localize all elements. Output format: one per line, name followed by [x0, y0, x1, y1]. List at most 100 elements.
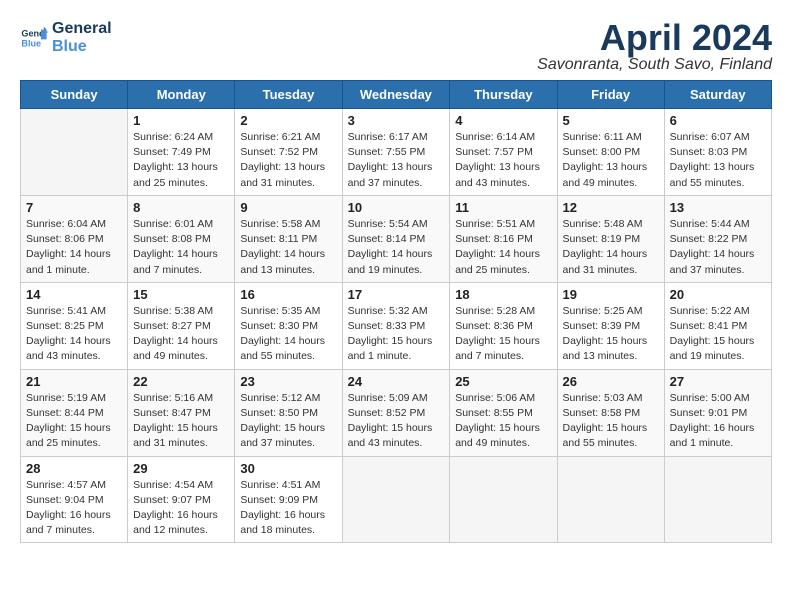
- logo: General Blue General Blue: [20, 20, 112, 55]
- day-number: 23: [240, 374, 336, 389]
- day-info: Sunrise: 5:48 AM Sunset: 8:19 PM Dayligh…: [563, 217, 659, 278]
- weekday-header-saturday: Saturday: [664, 81, 771, 109]
- day-info: Sunrise: 5:35 AM Sunset: 8:30 PM Dayligh…: [240, 304, 336, 365]
- day-info: Sunrise: 5:09 AM Sunset: 8:52 PM Dayligh…: [348, 391, 445, 452]
- calendar-cell: 16Sunrise: 5:35 AM Sunset: 8:30 PM Dayli…: [235, 282, 342, 369]
- calendar-cell: 18Sunrise: 5:28 AM Sunset: 8:36 PM Dayli…: [450, 282, 557, 369]
- day-number: 15: [133, 287, 229, 302]
- day-info: Sunrise: 5:51 AM Sunset: 8:16 PM Dayligh…: [455, 217, 551, 278]
- calendar-week-3: 14 Sunrise: 5:41 AM Sunset: 8:25 PM Dayli…: [21, 282, 772, 369]
- calendar-cell: 10 Sunrise: 5:54 AM Sunset: 8:14 PM Dayli…: [342, 195, 450, 282]
- weekday-header-wednesday: Wednesday: [342, 81, 450, 109]
- calendar-cell: 30 Sunrise: 4:51 AM Sunset: 9:09 PM Dayli…: [235, 456, 342, 543]
- day-info: Sunrise: 5:19 AM Sunset: 8:44 PM Dayligh…: [26, 391, 122, 452]
- day-number: 11: [455, 200, 551, 215]
- calendar-cell: 11 Sunrise: 5:51 AM Sunset: 8:16 PM Dayli…: [450, 195, 557, 282]
- day-number: 22: [133, 374, 229, 389]
- calendar-cell: 26Sunrise: 5:03 AM Sunset: 8:58 PM Dayli…: [557, 369, 664, 456]
- calendar-cell: 24 Sunrise: 5:09 AM Sunset: 8:52 PM Dayli…: [342, 369, 450, 456]
- day-number: 13: [670, 200, 766, 215]
- calendar-cell: 6Sunrise: 6:07 AM Sunset: 8:03 PM Daylig…: [664, 109, 771, 196]
- day-info: Sunrise: 5:00 AM Sunset: 9:01 PM Dayligh…: [670, 391, 766, 452]
- calendar-cell: 2Sunrise: 6:21 AM Sunset: 7:52 PM Daylig…: [235, 109, 342, 196]
- calendar-week-5: 28Sunrise: 4:57 AM Sunset: 9:04 PM Dayli…: [21, 456, 772, 543]
- day-info: Sunrise: 5:22 AM Sunset: 8:41 PM Dayligh…: [670, 304, 766, 365]
- calendar-cell: 7 Sunrise: 6:04 AM Sunset: 8:06 PM Daylig…: [21, 195, 128, 282]
- calendar-cell: 13 Sunrise: 5:44 AM Sunset: 8:22 PM Dayli…: [664, 195, 771, 282]
- day-number: 29: [133, 461, 229, 476]
- calendar-cell: 20Sunrise: 5:22 AM Sunset: 8:41 PM Dayli…: [664, 282, 771, 369]
- day-number: 10: [348, 200, 445, 215]
- day-number: 24: [348, 374, 445, 389]
- calendar-cell: 23 Sunrise: 5:12 AM Sunset: 8:50 PM Dayli…: [235, 369, 342, 456]
- day-info: Sunrise: 6:24 AM Sunset: 7:49 PM Dayligh…: [133, 130, 229, 191]
- day-number: 30: [240, 461, 336, 476]
- calendar-cell: 4 Sunrise: 6:14 AM Sunset: 7:57 PM Daylig…: [450, 109, 557, 196]
- day-info: Sunrise: 5:58 AM Sunset: 8:11 PM Dayligh…: [240, 217, 336, 278]
- calendar-table: SundayMondayTuesdayWednesdayThursdayFrid…: [20, 80, 772, 543]
- calendar-cell: 25Sunrise: 5:06 AM Sunset: 8:55 PM Dayli…: [450, 369, 557, 456]
- day-number: 12: [563, 200, 659, 215]
- calendar-cell: 21 Sunrise: 5:19 AM Sunset: 8:44 PM Dayli…: [21, 369, 128, 456]
- day-info: Sunrise: 5:06 AM Sunset: 8:55 PM Dayligh…: [455, 391, 551, 452]
- calendar-cell: 3 Sunrise: 6:17 AM Sunset: 7:55 PM Daylig…: [342, 109, 450, 196]
- calendar-cell: 12 Sunrise: 5:48 AM Sunset: 8:19 PM Dayli…: [557, 195, 664, 282]
- day-info: Sunrise: 5:03 AM Sunset: 8:58 PM Dayligh…: [563, 391, 659, 452]
- svg-text:Blue: Blue: [21, 38, 41, 48]
- calendar-cell: 15 Sunrise: 5:38 AM Sunset: 8:27 PM Dayli…: [128, 282, 235, 369]
- logo-line1: General: [52, 20, 112, 38]
- calendar-cell: [342, 456, 450, 543]
- logo-line2: Blue: [52, 38, 112, 56]
- day-number: 5: [563, 113, 659, 128]
- calendar-title-area: April 2024 Savonranta, South Savo, Finla…: [537, 20, 772, 74]
- calendar-week-4: 21 Sunrise: 5:19 AM Sunset: 8:44 PM Dayli…: [21, 369, 772, 456]
- day-number: 1: [133, 113, 229, 128]
- day-info: Sunrise: 6:04 AM Sunset: 8:06 PM Dayligh…: [26, 217, 122, 278]
- calendar-cell: 14 Sunrise: 5:41 AM Sunset: 8:25 PM Dayli…: [21, 282, 128, 369]
- day-number: 7: [26, 200, 122, 215]
- calendar-cell: 22 Sunrise: 5:16 AM Sunset: 8:47 PM Dayli…: [128, 369, 235, 456]
- calendar-cell: 29 Sunrise: 4:54 AM Sunset: 9:07 PM Dayli…: [128, 456, 235, 543]
- month-title: April 2024: [537, 20, 772, 56]
- day-number: 19: [563, 287, 659, 302]
- day-number: 14: [26, 287, 122, 302]
- calendar-cell: 17Sunrise: 5:32 AM Sunset: 8:33 PM Dayli…: [342, 282, 450, 369]
- day-info: Sunrise: 6:11 AM Sunset: 8:00 PM Dayligh…: [563, 130, 659, 191]
- day-info: Sunrise: 4:54 AM Sunset: 9:07 PM Dayligh…: [133, 478, 229, 539]
- calendar-week-1: 1 Sunrise: 6:24 AM Sunset: 7:49 PM Daylig…: [21, 109, 772, 196]
- day-info: Sunrise: 5:32 AM Sunset: 8:33 PM Dayligh…: [348, 304, 445, 365]
- calendar-cell: 8 Sunrise: 6:01 AM Sunset: 8:08 PM Daylig…: [128, 195, 235, 282]
- weekday-header-sunday: Sunday: [21, 81, 128, 109]
- calendar-cell: [450, 456, 557, 543]
- day-info: Sunrise: 5:54 AM Sunset: 8:14 PM Dayligh…: [348, 217, 445, 278]
- calendar-cell: 5 Sunrise: 6:11 AM Sunset: 8:00 PM Daylig…: [557, 109, 664, 196]
- day-number: 18: [455, 287, 551, 302]
- day-info: Sunrise: 6:17 AM Sunset: 7:55 PM Dayligh…: [348, 130, 445, 191]
- page-header: General Blue General Blue April 2024 Sav…: [20, 20, 772, 74]
- generalblue-icon: General Blue: [20, 24, 48, 52]
- weekday-header-tuesday: Tuesday: [235, 81, 342, 109]
- day-number: 9: [240, 200, 336, 215]
- day-info: Sunrise: 6:14 AM Sunset: 7:57 PM Dayligh…: [455, 130, 551, 191]
- day-number: 21: [26, 374, 122, 389]
- calendar-cell: [21, 109, 128, 196]
- day-info: Sunrise: 4:51 AM Sunset: 9:09 PM Dayligh…: [240, 478, 336, 539]
- calendar-cell: 1 Sunrise: 6:24 AM Sunset: 7:49 PM Daylig…: [128, 109, 235, 196]
- day-number: 3: [348, 113, 445, 128]
- day-info: Sunrise: 5:12 AM Sunset: 8:50 PM Dayligh…: [240, 391, 336, 452]
- location-subtitle: Savonranta, South Savo, Finland: [537, 56, 772, 74]
- day-info: Sunrise: 5:38 AM Sunset: 8:27 PM Dayligh…: [133, 304, 229, 365]
- day-number: 28: [26, 461, 122, 476]
- calendar-cell: [557, 456, 664, 543]
- day-info: Sunrise: 5:44 AM Sunset: 8:22 PM Dayligh…: [670, 217, 766, 278]
- weekday-header-friday: Friday: [557, 81, 664, 109]
- day-number: 27: [670, 374, 766, 389]
- day-number: 8: [133, 200, 229, 215]
- day-info: Sunrise: 6:01 AM Sunset: 8:08 PM Dayligh…: [133, 217, 229, 278]
- weekday-header-monday: Monday: [128, 81, 235, 109]
- day-number: 4: [455, 113, 551, 128]
- calendar-week-2: 7 Sunrise: 6:04 AM Sunset: 8:06 PM Daylig…: [21, 195, 772, 282]
- day-info: Sunrise: 5:16 AM Sunset: 8:47 PM Dayligh…: [133, 391, 229, 452]
- day-info: Sunrise: 5:25 AM Sunset: 8:39 PM Dayligh…: [563, 304, 659, 365]
- day-info: Sunrise: 5:41 AM Sunset: 8:25 PM Dayligh…: [26, 304, 122, 365]
